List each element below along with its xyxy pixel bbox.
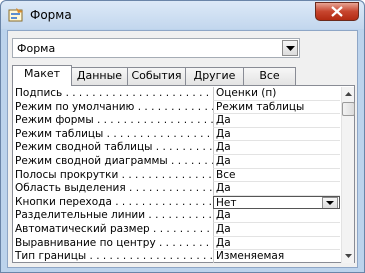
scrollbar-thumb[interactable] — [342, 102, 355, 116]
property-value-text: Режим таблицы — [216, 100, 305, 113]
property-value[interactable]: Да — [213, 236, 340, 251]
property-name: Полосы прокрутки . . . . . . . . . . . .… — [15, 168, 213, 181]
property-value[interactable]: Да — [213, 154, 340, 169]
scroll-down-arrow-icon — [345, 254, 352, 258]
property-value[interactable]: Режим таблицы — [213, 100, 340, 115]
property-name: Разделительные линии . . . . . . . . . .… — [15, 209, 213, 222]
property-row[interactable]: Область выделения . . . . . . . . . . . … — [14, 182, 340, 196]
property-name: Область выделения . . . . . . . . . . . … — [15, 182, 213, 195]
chevron-down-icon — [286, 46, 295, 51]
property-sheet: Подпись . . . . . . . . . . . . . . . . … — [12, 85, 355, 263]
property-value-text: Да — [216, 154, 231, 167]
title-bar[interactable]: Форма — [1, 1, 364, 29]
property-value-text: Да — [216, 222, 231, 235]
property-value[interactable]: Нет — [213, 195, 340, 210]
property-row[interactable]: Режим сводной диаграммы . . . . . . . . … — [14, 154, 340, 169]
property-value[interactable]: Да — [213, 114, 340, 128]
property-grid: Подпись . . . . . . . . . . . . . . . . … — [14, 87, 340, 263]
property-name: Режим формы . . . . . . . . . . . . . . … — [15, 114, 213, 127]
object-selector[interactable]: Форма — [12, 38, 300, 58]
object-selector-value: Форма — [17, 42, 56, 55]
tab-bar: Макет Данные События Другие Все — [12, 65, 296, 86]
property-value-text: Да — [216, 141, 231, 154]
properties-window: Форма Форма Макет Данные События Другие … — [0, 0, 365, 273]
property-name: Выравнивание по центру . . . . . . . . .… — [15, 236, 213, 249]
property-name: Режим сводной диаграммы . . . . . . . . … — [15, 154, 213, 167]
window-client-area: Форма Макет Данные События Другие Все По… — [7, 30, 358, 268]
property-name: Режим таблицы . . . . . . . . . . . . . … — [15, 127, 213, 140]
tab-events[interactable]: События — [127, 67, 186, 85]
tab-data[interactable]: Данные — [71, 67, 128, 85]
property-row[interactable]: Выравнивание по центру . . . . . . . . .… — [14, 236, 340, 251]
vertical-scrollbar[interactable] — [341, 87, 355, 263]
property-name: Режим по умолчанию . . . . . . . . . . .… — [15, 100, 213, 113]
scroll-up-arrow-icon — [345, 92, 352, 96]
property-name: Режим сводной таблицы . . . . . . . . . … — [15, 141, 213, 154]
property-value-text: Да — [216, 182, 231, 195]
property-value[interactable]: Да — [213, 209, 340, 223]
property-value-text: Оценки (п) — [216, 87, 277, 99]
property-row[interactable]: Подпись . . . . . . . . . . . . . . . . … — [14, 87, 340, 101]
scroll-up-button[interactable] — [342, 87, 355, 101]
property-name: Кнопки перехода . . . . . . . . . . . . … — [15, 195, 213, 208]
tab-other[interactable]: Другие — [185, 67, 244, 85]
property-value[interactable]: Да — [213, 182, 340, 196]
property-row[interactable]: Автоматический размер . . . . . . . . . … — [14, 222, 340, 237]
property-value[interactable]: Да — [213, 141, 340, 155]
property-row[interactable]: Режим по умолчанию . . . . . . . . . . .… — [14, 100, 340, 115]
property-row[interactable]: Режим формы . . . . . . . . . . . . . . … — [14, 114, 340, 128]
property-name: Автоматический размер . . . . . . . . . … — [15, 222, 213, 235]
property-value[interactable]: Да — [213, 222, 340, 237]
property-value[interactable]: Все — [213, 168, 340, 183]
property-value-text: Да — [216, 114, 231, 127]
property-row[interactable]: Тип границы . . . . . . . . . . . . . . … — [14, 250, 340, 263]
property-row[interactable]: Полосы прокрутки . . . . . . . . . . . .… — [14, 168, 340, 183]
property-name: Подпись . . . . . . . . . . . . . . . . … — [15, 87, 213, 99]
property-value-dropdown-button[interactable] — [322, 196, 338, 209]
property-row[interactable]: Кнопки перехода . . . . . . . . . . . . … — [14, 195, 340, 210]
property-value-text: Изменяемая — [216, 250, 285, 263]
property-value-text: Да — [216, 236, 231, 249]
property-value-text: Да — [216, 209, 231, 222]
window-title: Форма — [30, 8, 72, 22]
property-value[interactable]: Изменяемая — [213, 250, 340, 263]
property-value-text: Нет — [216, 196, 237, 209]
property-value-text: Да — [216, 127, 231, 140]
property-row[interactable]: Режим таблицы . . . . . . . . . . . . . … — [14, 127, 340, 142]
object-selector-dropdown-button[interactable] — [282, 40, 298, 56]
close-icon — [331, 6, 343, 17]
property-value[interactable]: Да — [213, 127, 340, 142]
chevron-down-icon — [326, 200, 334, 205]
close-button[interactable] — [315, 2, 359, 21]
property-value-text: Все — [216, 168, 236, 181]
tab-all[interactable]: Все — [243, 67, 296, 85]
tab-layout[interactable]: Макет — [12, 65, 72, 86]
property-row[interactable]: Разделительные линии . . . . . . . . . .… — [14, 209, 340, 223]
property-name: Тип границы . . . . . . . . . . . . . . … — [15, 250, 213, 263]
scroll-down-button[interactable] — [342, 249, 355, 263]
form-icon — [8, 8, 23, 22]
property-value[interactable]: Оценки (п) — [213, 87, 340, 101]
property-row[interactable]: Режим сводной таблицы . . . . . . . . . … — [14, 141, 340, 155]
